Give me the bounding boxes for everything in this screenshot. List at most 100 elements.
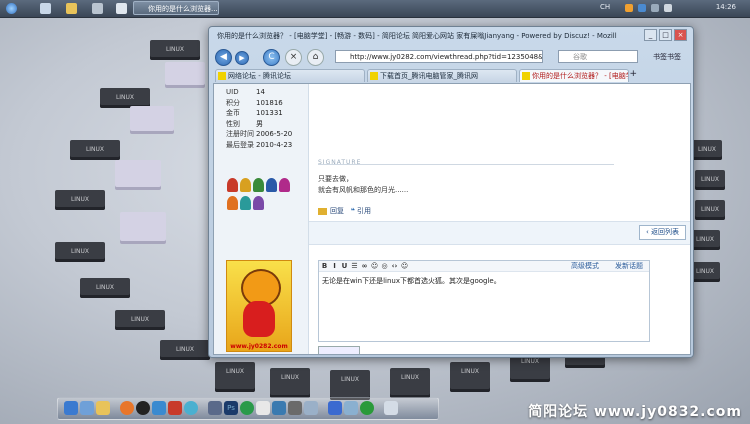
- profile-row: UID 14: [226, 87, 292, 98]
- start-orb-icon[interactable]: [6, 3, 17, 14]
- editor-textarea[interactable]: 无论是在win下还是linux下都首选火狐。其次是google。: [322, 276, 501, 286]
- author-info: UID 14 积分 101816 金币 101331 性别 男 注册时间 2006-5-2…: [226, 87, 292, 150]
- emoticon-button[interactable]: ☺: [370, 261, 379, 271]
- display-icon[interactable]: [208, 401, 222, 415]
- advanced-mode-link[interactable]: 高级模式: [571, 261, 599, 271]
- computer-icon[interactable]: [64, 401, 78, 415]
- tool-icon[interactable]: [288, 401, 302, 415]
- app-icon[interactable]: [168, 401, 182, 415]
- underline-button[interactable]: U: [340, 261, 349, 271]
- reload-button[interactable]: C: [263, 49, 280, 66]
- navigation-toolbar: ◀ ▶ C × ⌂ http://www.jy0282.com/viewthre…: [213, 47, 689, 67]
- tray-volume-icon[interactable]: [651, 4, 659, 12]
- tray-flag-icon[interactable]: [664, 4, 672, 12]
- chip-icon: LINUX: [100, 88, 150, 108]
- profile-key: 积分: [226, 98, 240, 107]
- qq-icon[interactable]: [136, 401, 150, 415]
- tab-favicon-icon: [218, 72, 226, 80]
- document-icon[interactable]: [256, 401, 270, 415]
- stop-button[interactable]: ×: [285, 49, 302, 66]
- link-button[interactable]: ∞: [360, 261, 369, 271]
- signature-line: 只要去做，: [318, 175, 353, 183]
- reply-link[interactable]: 回复: [330, 207, 344, 215]
- window-title: 你用的是什么浏览器？ - [电脑学堂] - [畅游 - 数码] - 简阳论坛 简…: [217, 32, 617, 40]
- profile-row: 最后登录 2010-4-23: [226, 140, 292, 151]
- tab-label: 你用的是什么浏览器？ - [电脑学...: [532, 72, 629, 80]
- tiger-body-icon: [243, 301, 275, 337]
- bold-button[interactable]: B: [320, 261, 329, 271]
- folder-icon[interactable]: [96, 401, 110, 415]
- settings-icon[interactable]: [304, 401, 318, 415]
- page-content: UID 14 积分 101816 金币 101331 性别 男 注册时间 2006-5-2…: [213, 83, 691, 355]
- bookmarks-menu[interactable]: 书签书签: [653, 52, 681, 62]
- avatar-site: www.jy0282.com: [230, 343, 288, 350]
- tab-2[interactable]: 下载首页_腾讯电脑管家_腾讯网: [367, 69, 517, 82]
- media-icon[interactable]: [344, 401, 358, 415]
- chip-icon: LINUX: [215, 362, 255, 392]
- taskbar-browser-task[interactable]: 你用的是什么浏览器...: [133, 1, 219, 15]
- tray-app-icon[interactable]: [625, 4, 633, 12]
- user-icon[interactable]: [80, 401, 94, 415]
- window-controls: _ □ ×: [642, 29, 687, 41]
- profile-value: 101816: [256, 98, 283, 107]
- profile-key: 性别: [226, 119, 240, 128]
- ie-icon[interactable]: [152, 401, 166, 415]
- desktop-icon[interactable]: [40, 3, 51, 14]
- maximize-button[interactable]: □: [659, 29, 672, 41]
- smiley-button[interactable]: ☺: [400, 261, 409, 271]
- clock[interactable]: 14:26: [716, 3, 736, 11]
- medal-icon: [227, 196, 238, 210]
- code-button[interactable]: ‹›: [390, 261, 399, 271]
- tab-favicon-icon: [522, 72, 530, 80]
- profile-value: 男: [256, 119, 263, 128]
- chat-icon[interactable]: [240, 401, 254, 415]
- network-icon[interactable]: [328, 401, 342, 415]
- post-actions: 回复 ❝ 引用: [318, 206, 371, 216]
- window-icon[interactable]: [92, 3, 103, 14]
- tray-language[interactable]: CH: [600, 3, 610, 11]
- minimize-button[interactable]: _: [644, 29, 657, 41]
- tab-label: 下载首页_腾讯电脑管家_腾讯网: [380, 72, 478, 80]
- back-to-list-button[interactable]: ‹ 返回列表: [638, 225, 686, 240]
- profile-value: 14: [256, 88, 265, 96]
- taskbar: 你用的是什么浏览器... CH 14:26: [0, 0, 750, 18]
- forward-button[interactable]: ▶: [235, 51, 249, 65]
- search-input[interactable]: 谷歌: [558, 50, 638, 63]
- tray-network-icon[interactable]: [638, 4, 646, 12]
- url-bar[interactable]: http://www.jy0282.com/viewthread.php?tid…: [335, 50, 543, 63]
- signature-divider: [318, 164, 614, 165]
- tab-strip: 网络论坛 - 腾讯论坛 下载首页_腾讯电脑管家_腾讯网 你用的是什么浏览器？ -…: [213, 69, 689, 83]
- chip-icon: LINUX: [692, 140, 722, 160]
- profile-key: 最后登录: [226, 140, 254, 149]
- text-icon[interactable]: [272, 401, 286, 415]
- image-button[interactable]: ◎: [380, 261, 389, 271]
- trash-icon[interactable]: [384, 401, 398, 415]
- back-button[interactable]: ◀: [215, 49, 232, 66]
- quick-reply-editor: B I U ☰ ∞ ☺ ◎ ‹› ☺ 高级模式 发新话题 无论是在win下还是linux下都首选…: [318, 260, 650, 342]
- tab-label: 网络论坛 - 腾讯论坛: [228, 72, 291, 80]
- new-topic-link[interactable]: 发新话题: [615, 261, 643, 271]
- close-button[interactable]: ×: [674, 29, 687, 41]
- submit-button[interactable]: [318, 346, 360, 354]
- new-tab-button[interactable]: +: [629, 69, 637, 79]
- quote-icon: ❝: [350, 207, 355, 215]
- chip-icon: LINUX: [80, 278, 130, 298]
- separator-band: [309, 221, 690, 245]
- photoshop-icon[interactable]: Ps: [224, 401, 238, 415]
- profile-key: 金币: [226, 109, 240, 117]
- update-icon[interactable]: [360, 401, 374, 415]
- quote-link[interactable]: 引用: [357, 207, 371, 215]
- chip-icon: LINUX: [270, 368, 310, 398]
- profile-value: 101331: [256, 109, 283, 117]
- folder-icon[interactable]: [66, 3, 77, 14]
- tab-1[interactable]: 网络论坛 - 腾讯论坛: [215, 69, 365, 82]
- medal-icon: [266, 178, 277, 192]
- home-button[interactable]: ⌂: [307, 49, 324, 66]
- firefox-icon[interactable]: [120, 401, 134, 415]
- tab-3[interactable]: 你用的是什么浏览器？ - [电脑学...: [519, 69, 629, 82]
- list-button[interactable]: ☰: [350, 261, 359, 271]
- profile-row: 注册时间 2006-5-20: [226, 129, 292, 140]
- media-icon[interactable]: [116, 3, 127, 14]
- italic-button[interactable]: I: [330, 261, 339, 271]
- browser-icon[interactable]: [184, 401, 198, 415]
